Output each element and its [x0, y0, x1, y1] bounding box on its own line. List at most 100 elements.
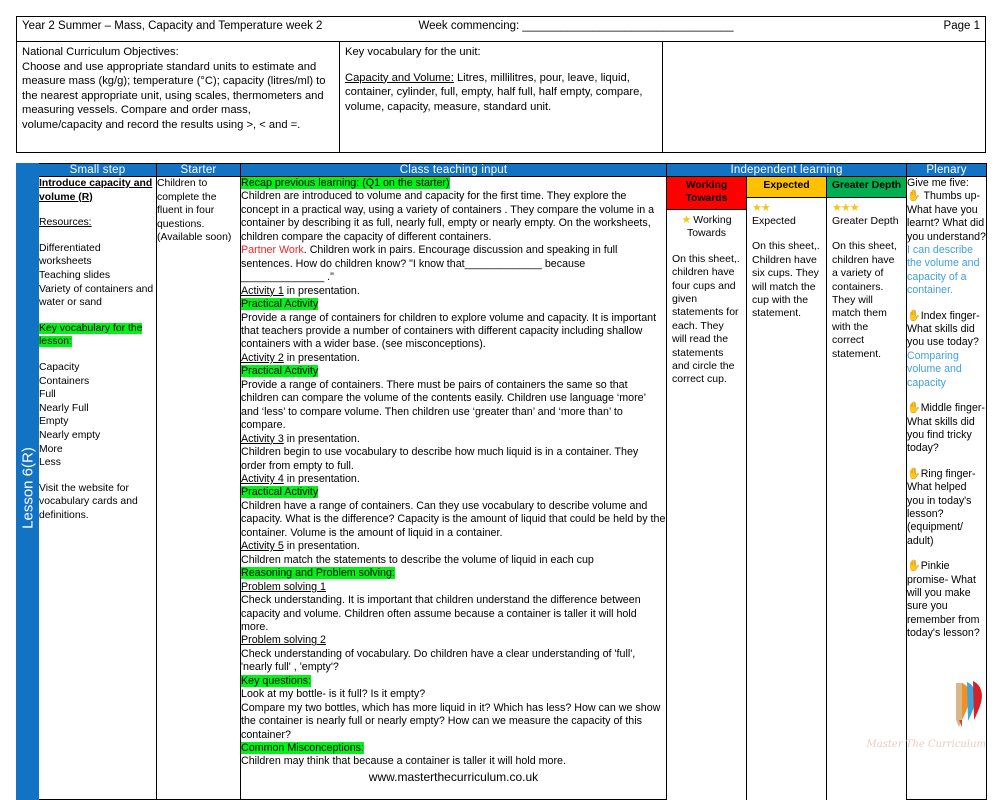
star-icon: ★ — [681, 214, 691, 226]
problem-solving-2-heading: Problem solving 2 — [241, 634, 326, 647]
col-header-class-teaching-input: Class teaching input — [240, 163, 667, 177]
activity-1-label: Activity 1 — [241, 284, 284, 297]
partner-work-label: Partner Work — [241, 244, 304, 257]
column-header-row: Small step Starter Class teaching input … — [16, 163, 988, 177]
activity-3-rest: in presentation. — [283, 432, 360, 445]
website-note: Visit the website for vocabulary cards a… — [39, 482, 138, 521]
activity-2-rest: in presentation. — [283, 351, 360, 364]
col-header-starter: Starter — [156, 163, 241, 177]
expected-badge: Expected — [747, 177, 826, 198]
key-questions-heading: Key questions: — [241, 674, 312, 687]
meta-row: Year 2 Summer – Mass, Capacity and Tempe… — [16, 16, 986, 42]
activity-3-body: Children begin to use vocabulary to desc… — [241, 446, 639, 472]
greater-depth-cell: ★★★ Greater Depth On this sheet, childre… — [827, 198, 906, 365]
lesson-key-vocabulary-heading: Key vocabulary for the lesson: — [39, 322, 143, 348]
plenary-answer: Comparing volume and capacity — [907, 349, 962, 389]
hand-icon: ✋ — [907, 560, 921, 573]
expected-body: On this sheet,. Children have six cups. … — [752, 240, 820, 320]
resource-item: Differentiated worksheets — [39, 242, 101, 268]
greater-depth-label: Greater Depth — [831, 180, 902, 191]
plenary-intro: Give me five: — [907, 177, 969, 189]
expected-label: Expected — [763, 180, 810, 191]
working-towards-label: Working Towards — [685, 180, 728, 204]
key-question-1: Look at my bottle- is it full? Is it emp… — [241, 688, 426, 701]
practical-activity-2-body: Provide a range of containers. There mus… — [241, 378, 646, 432]
starter-cell: Children to complete the fluent in four … — [156, 175, 241, 800]
week-commencing-field[interactable]: Week commencing: _______________________… — [418, 20, 733, 32]
lesson-tab: Lesson 6(R) — [16, 175, 39, 800]
vocab-item: Nearly Full — [39, 402, 89, 414]
misconceptions-body: Children may think that because a contai… — [241, 755, 566, 768]
vocabulary-label: Capacity and Volume: — [345, 71, 454, 84]
activity-2-label: Activity 2 — [241, 351, 284, 364]
lesson-content-row: Lesson 6(R) Introduce capacity and volum… — [16, 175, 988, 800]
greater-depth-body: On this sheet, children have a variety o… — [832, 240, 897, 360]
col-header-plenary: Plenary — [906, 163, 988, 177]
page-number: Page 1 — [943, 20, 980, 32]
hand-icon: ✋ — [907, 190, 921, 203]
resources-heading: Resources: — [39, 217, 92, 229]
expected-title: Expected — [752, 214, 796, 227]
vocab-item: Less — [39, 457, 61, 469]
key-question-2: Compare my two bottles, which has more l… — [241, 701, 661, 741]
practical-activity-heading: Practical Activity — [241, 486, 319, 499]
website-url[interactable]: www.masterthecurriculum.co.uk — [241, 770, 666, 787]
greater-depth-badge: Greater Depth — [827, 177, 907, 198]
activity-5-label: Activity 5 — [241, 540, 284, 553]
class-teaching-input-cell: Recap previous learning: (Q1 on the star… — [240, 175, 667, 800]
empty-header-cell — [662, 41, 986, 153]
star-icon: ★★ — [752, 201, 771, 214]
vocab-item: Containers — [39, 375, 90, 387]
document-header-table: Year 2 Summer – Mass, Capacity and Tempe… — [16, 16, 986, 153]
working-towards-title: Working Towards — [686, 214, 732, 240]
objectives-row: National Curriculum Objectives: Choose a… — [16, 41, 986, 153]
recap-body: Children are introduced to volume and ca… — [241, 190, 655, 243]
activity-4-label: Activity 4 — [241, 472, 284, 485]
hand-icon: ✋ — [907, 467, 921, 480]
practical-activity-1-body: Provide a range of containers for childr… — [241, 311, 657, 351]
col-header-small-step: Small step — [38, 163, 157, 177]
activity-5-body: Children match the statements to describ… — [241, 553, 594, 566]
expected-cell: ★★ Expected On this sheet,. Children hav… — [747, 198, 826, 325]
unit-title: Year 2 Summer – Mass, Capacity and Tempe… — [22, 20, 323, 32]
nc-objectives-cell: National Curriculum Objectives: Choose a… — [16, 41, 340, 153]
expected-column: Expected ★★ Expected On this sheet,. Chi… — [746, 176, 827, 800]
recap-heading: Recap previous learning: (Q1 on the star… — [241, 177, 450, 189]
small-step-cell: Introduce capacity and volume (R) Resour… — [38, 175, 157, 800]
star-icon: ★★★ — [832, 201, 860, 214]
plenary-answer: I can describe the volume and capacity o… — [907, 244, 980, 297]
problem-solving-1-body: Check understanding. It is important tha… — [241, 594, 641, 633]
practical-activity-heading: Practical Activity — [241, 298, 319, 311]
lesson-tab-header — [16, 163, 39, 177]
nc-objectives-heading: National Curriculum Objectives: — [22, 46, 179, 58]
small-step-title: Introduce capacity and volume (R) — [39, 178, 153, 203]
vocab-item: Empty — [39, 416, 69, 428]
reasoning-heading: Reasoning and Problem solving: — [241, 567, 395, 580]
greater-depth-title: Greater Depth — [832, 214, 899, 227]
problem-solving-2-body: Check understanding of vocabulary. Do ch… — [241, 647, 636, 674]
resource-item: Variety of containers and water or sand — [39, 283, 154, 309]
practical-activity-3-body: Children have a range of containers. Can… — [241, 499, 666, 539]
lesson-tab-label: Lesson 6(R) — [19, 447, 36, 530]
working-towards-column: Working Towards ★ Working Towards On thi… — [667, 177, 747, 800]
activity-4-rest: in presentation. — [283, 472, 360, 485]
misconceptions-heading: Common Misconceptions: — [241, 742, 364, 755]
problem-solving-1-heading: Problem solving 1 — [241, 580, 326, 593]
activity-3-label: Activity 3 — [241, 432, 284, 445]
activity-5-rest: in presentation. — [283, 540, 360, 553]
lesson-plan-page: Year 2 Summer – Mass, Capacity and Tempe… — [0, 0, 1000, 800]
working-towards-body: On this sheet,. children have four cups … — [672, 252, 740, 386]
working-towards-badge: Working Towards — [667, 177, 746, 210]
vocab-item: Nearly empty — [39, 429, 101, 441]
plenary-cell: Give me five: ✋ Thumbs up- What have you… — [906, 175, 988, 800]
lesson-table: Small step Starter Class teaching input … — [16, 163, 988, 800]
vocab-item: More — [39, 443, 63, 455]
key-vocabulary-cell: Key vocabulary for the unit: Capacity an… — [339, 41, 663, 153]
resource-item: Teaching slides — [39, 269, 111, 281]
col-header-independent-learning: Independent learning — [665, 163, 908, 177]
activity-1-rest: in presentation. — [283, 284, 360, 297]
key-vocabulary-heading: Key vocabulary for the unit: — [345, 46, 481, 58]
hand-icon: ✋ — [907, 309, 921, 322]
watermark-text: Master The Curriculum — [866, 739, 986, 750]
starter-text: Children to complete the fluent in four … — [157, 178, 232, 244]
